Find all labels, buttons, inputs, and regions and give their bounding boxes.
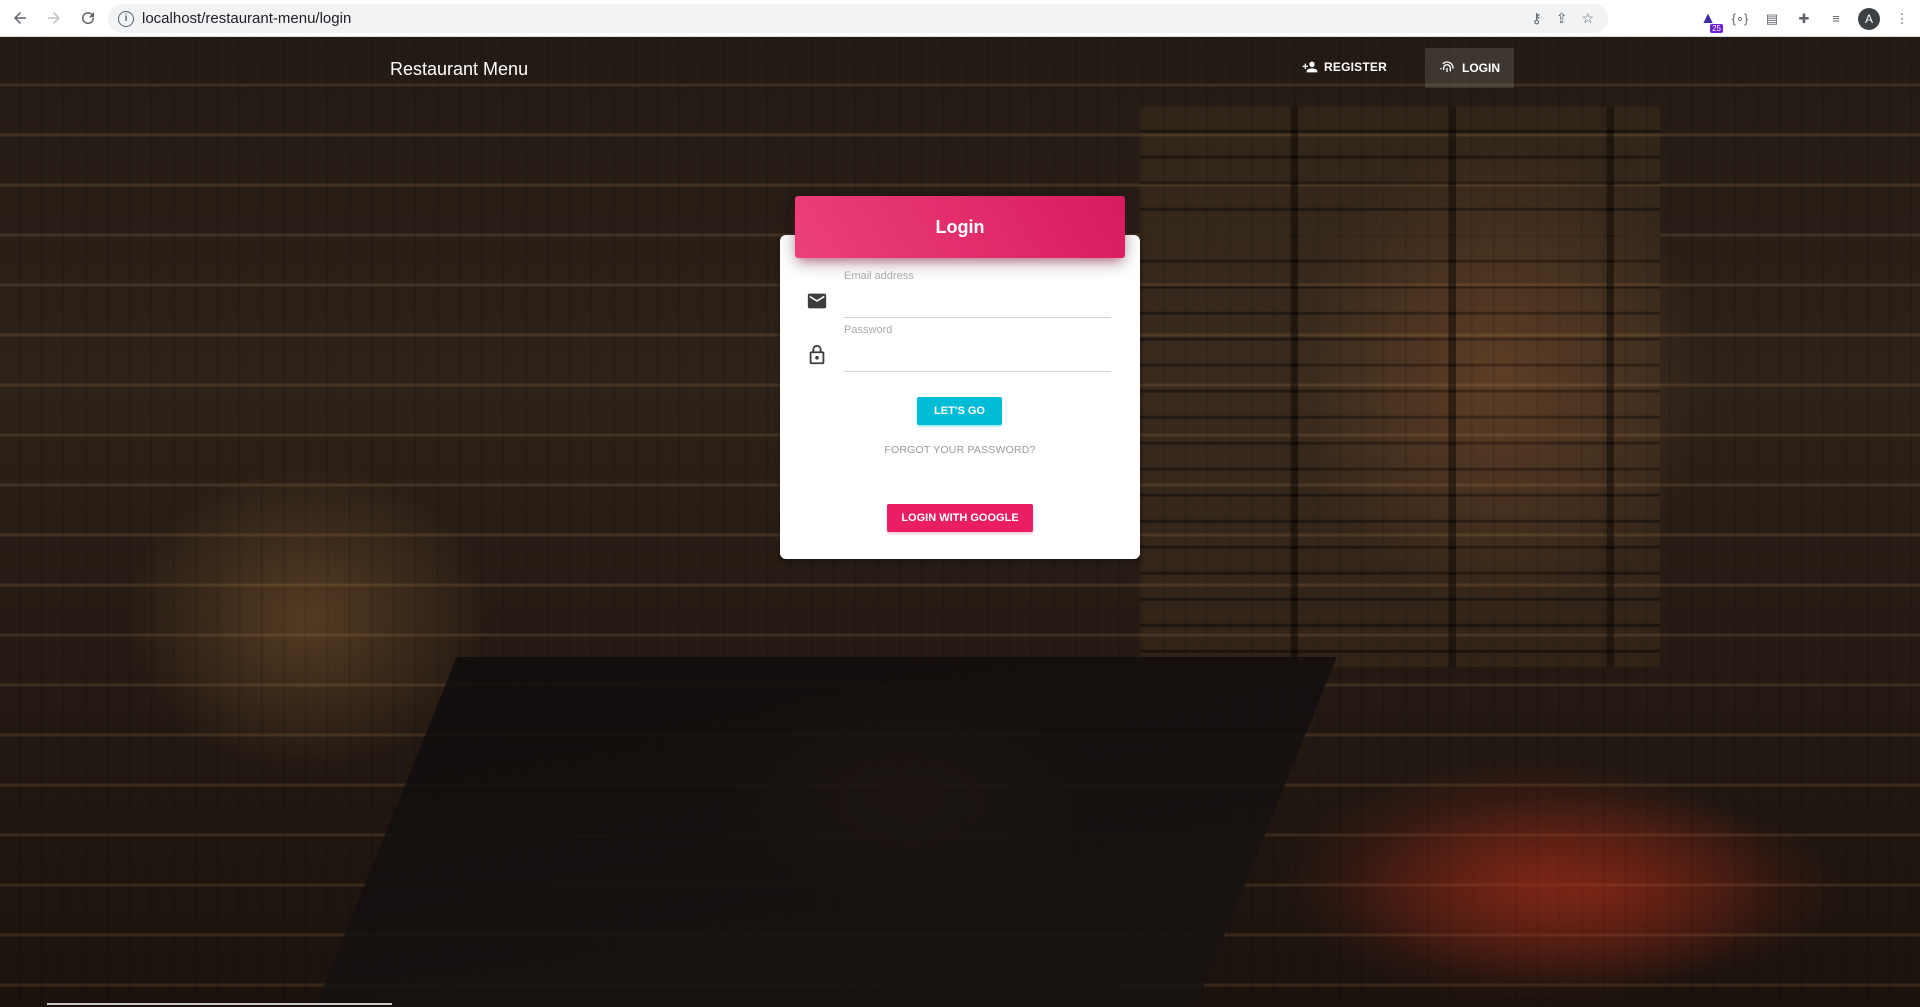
extension-badge: 25	[1710, 23, 1723, 33]
email-field[interactable]	[844, 288, 1111, 318]
email-label: Email address	[844, 270, 914, 282]
top-navbar: Restaurant Menu REGISTER LOGIN	[0, 37, 1920, 97]
key-icon[interactable]: ⚷	[1531, 10, 1541, 27]
extension-icon[interactable]: ▲ 25	[1698, 9, 1723, 33]
register-label: REGISTER	[1324, 60, 1387, 74]
login-card-title: Login	[935, 216, 985, 237]
browser-toolbar: i localhost/restaurant-menu/login ⚷ ⇪ ☆ …	[0, 0, 1920, 37]
login-with-google-button[interactable]: LOGIN WITH GOOGLE	[887, 504, 1033, 532]
site-info-icon[interactable]: i	[118, 10, 134, 27]
star-icon[interactable]: ☆	[1581, 10, 1594, 27]
mail-icon	[807, 293, 827, 309]
puzzle-extension-icon[interactable]: ✚	[1794, 9, 1814, 29]
forward-arrow-icon[interactable]	[40, 4, 68, 32]
person-add-icon	[1302, 61, 1318, 73]
back-arrow-icon[interactable]	[6, 4, 34, 32]
login-card-header: Login	[795, 196, 1125, 258]
profile-avatar[interactable]: A	[1858, 7, 1880, 30]
password-field[interactable]	[844, 342, 1111, 372]
login-label: LOGIN	[1462, 61, 1500, 75]
share-icon[interactable]: ⇪	[1556, 10, 1568, 27]
background-floor-glow	[1280, 757, 1780, 1007]
code-extension-icon[interactable]: {∘}	[1730, 9, 1750, 29]
address-bar[interactable]: i localhost/restaurant-menu/login ⚷ ⇪ ☆	[108, 4, 1608, 33]
reading-list-icon[interactable]: ≡	[1826, 9, 1846, 29]
login-page: Restaurant Menu REGISTER LOGIN Login Ema…	[0, 37, 1920, 1007]
forgot-password-link[interactable]: FORGOT YOUR PASSWORD?	[880, 444, 1040, 456]
fingerprint-icon	[1440, 61, 1454, 72]
background-table	[303, 657, 1337, 1007]
lock-icon	[809, 344, 825, 365]
lets-go-button[interactable]: LET'S GO	[917, 397, 1002, 425]
login-link[interactable]: LOGIN	[1425, 48, 1514, 88]
background-wine-rack	[1140, 107, 1660, 667]
clipboard-extension-icon[interactable]: ▤	[1762, 9, 1782, 29]
url-text[interactable]: localhost/restaurant-menu/login	[142, 10, 351, 27]
email-field-row: Email address	[806, 270, 1112, 318]
password-label: Password	[844, 324, 893, 336]
menu-kebab-icon[interactable]: ⋮	[1892, 9, 1912, 29]
password-field-row: Password	[806, 324, 1112, 372]
register-link[interactable]: REGISTER	[1292, 48, 1397, 86]
reload-icon[interactable]	[74, 4, 102, 32]
brand-title[interactable]: Restaurant Menu	[390, 59, 528, 80]
horizontal-divider	[47, 1003, 392, 1005]
